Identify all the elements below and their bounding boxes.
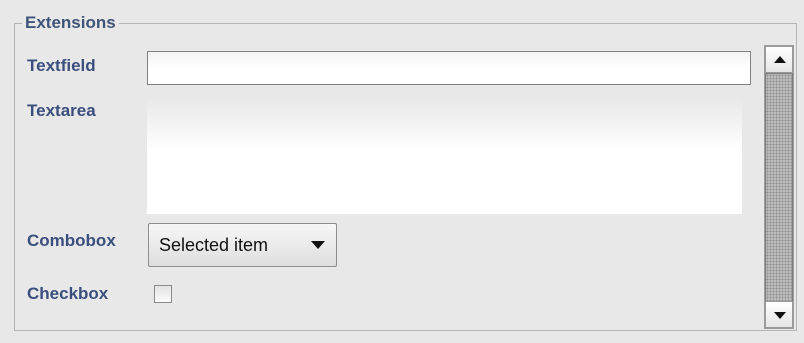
checkbox-label: Checkbox	[27, 284, 109, 303]
textarea-label: Textarea	[27, 101, 96, 120]
vertical-scrollbar[interactable]	[764, 45, 794, 329]
checkbox[interactable]	[154, 285, 172, 303]
combobox[interactable]: Selected item	[148, 223, 337, 267]
arrow-up-icon	[774, 56, 786, 63]
textarea-input[interactable]	[147, 98, 742, 214]
combobox-selected-value: Selected item	[159, 235, 269, 255]
scroll-up-button[interactable]	[765, 46, 793, 73]
combobox-label: Combobox	[27, 231, 116, 250]
arrow-down-icon	[774, 312, 786, 319]
chevron-down-icon	[311, 241, 325, 249]
textfield-label: Textfield	[27, 56, 96, 75]
scroll-thumb[interactable]	[765, 73, 793, 319]
textfield-input[interactable]	[147, 51, 751, 85]
scroll-down-button[interactable]	[765, 301, 793, 328]
fieldset-legend: Extensions	[22, 12, 119, 34]
